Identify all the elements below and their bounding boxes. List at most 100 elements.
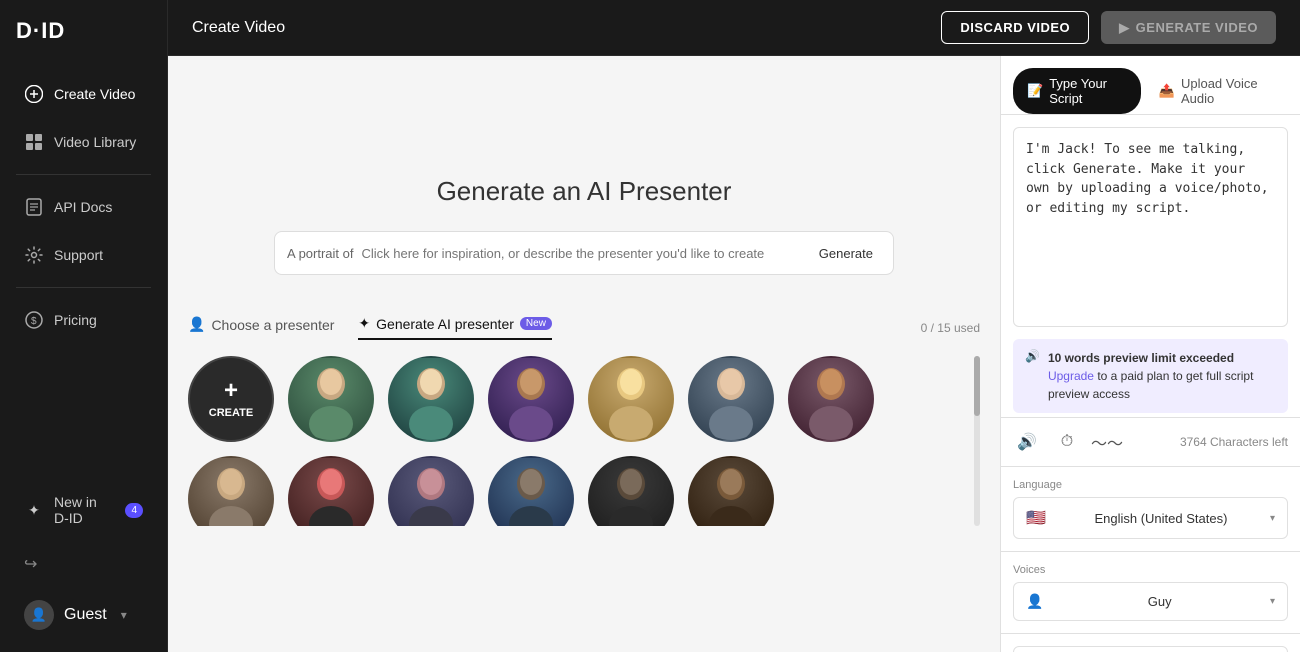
tab-generate-ai-presenter[interactable]: ✦ Generate AI presenter New xyxy=(358,315,552,340)
sidebar-item-api-docs[interactable]: API Docs xyxy=(8,185,159,229)
tab-type-script[interactable]: 📝 Type Your Script xyxy=(1013,68,1141,114)
sidebar-divider xyxy=(16,174,151,175)
generate-video-button[interactable]: ▶ GENERATE VIDEO xyxy=(1101,11,1276,44)
chevron-down-icon: ▾ xyxy=(1270,596,1275,607)
app-logo: D·ID xyxy=(0,0,167,62)
language-select[interactable]: 🇺🇸 English (United States) ▾ xyxy=(1013,497,1288,539)
waveform-icon[interactable]: 〜〜 xyxy=(1093,428,1121,456)
content-area: Generate an AI Presenter A portrait of G… xyxy=(168,56,1300,652)
new-in-did-label: New in D-ID xyxy=(54,494,111,526)
create-presenter-button[interactable]: + CREATE xyxy=(188,356,274,442)
ai-generator-title: Generate an AI Presenter xyxy=(437,176,732,207)
svg-text:$: $ xyxy=(31,316,37,327)
presenter-grid: + CREATE xyxy=(188,356,974,526)
sidebar-item-create-video[interactable]: Create Video xyxy=(8,72,159,116)
presenter-avatar-9[interactable] xyxy=(388,456,474,526)
sidebar-item-label: Support xyxy=(54,247,103,263)
tab-choose-presenter[interactable]: 👤 Choose a presenter xyxy=(188,316,334,339)
forward-icon: ↪ xyxy=(24,554,37,574)
script-icon: 📝 xyxy=(1027,83,1043,99)
sidebar-item-label: Pricing xyxy=(54,312,97,328)
tab-upload-audio[interactable]: 📤 Upload Voice Audio xyxy=(1145,68,1288,114)
presenter-avatar-11[interactable] xyxy=(588,456,674,526)
warning-icon: 🔊 xyxy=(1025,349,1040,363)
create-label: CREATE xyxy=(209,407,253,419)
sidebar-item-new-in-did[interactable]: ✦ New in D-ID 4 xyxy=(8,482,159,538)
user-chevron: ▾ xyxy=(121,608,127,622)
scrollbar-thumb[interactable] xyxy=(974,356,980,416)
tab-new-badge: New xyxy=(520,317,552,330)
sparkle-icon: ✦ xyxy=(24,500,44,520)
grid-icon xyxy=(24,132,44,152)
sidebar-nav: Create Video Video Library xyxy=(0,62,167,470)
person-icon: 👤 xyxy=(188,316,205,333)
guest-label: Guest xyxy=(64,606,107,624)
sidebar-item-forward[interactable]: ↪ xyxy=(8,542,159,586)
language-label: Language xyxy=(1013,479,1288,491)
new-badge: 4 xyxy=(125,503,143,518)
generate-presenter-button[interactable]: Generate xyxy=(811,242,881,265)
user-item[interactable]: 👤 Guest ▾ xyxy=(8,590,159,640)
center-panel: Generate an AI Presenter A portrait of G… xyxy=(168,56,1000,652)
gear-icon xyxy=(24,245,44,265)
styles-select[interactable]: Styles ▾ xyxy=(1013,646,1288,652)
language-value: English (United States) xyxy=(1094,511,1227,526)
chars-left: 3764 Characters left xyxy=(1180,435,1288,449)
right-panel: 📝 Type Your Script 📤 Upload Voice Audio … xyxy=(1000,56,1300,652)
person-icon: 👤 xyxy=(1026,593,1043,610)
portrait-label: A portrait of xyxy=(287,246,353,261)
topbar-actions: DISCARD VIDEO ▶ GENERATE VIDEO xyxy=(941,11,1276,44)
portrait-input[interactable] xyxy=(361,246,802,261)
speaker-icon[interactable]: 🔊 xyxy=(1013,428,1041,456)
flag-icon: 🇺🇸 xyxy=(1026,508,1046,528)
voices-section: Voices 👤 Guy ▾ xyxy=(1001,551,1300,633)
limit-warning: 🔊 10 words preview limit exceeded Upgrad… xyxy=(1013,339,1288,413)
used-count: 0 / 15 used xyxy=(921,321,980,335)
topbar: Create Video DISCARD VIDEO ▶ GENERATE VI… xyxy=(168,0,1300,56)
presenter-avatar-12[interactable] xyxy=(688,456,774,526)
sidebar-item-video-library[interactable]: Video Library xyxy=(8,120,159,164)
presenter-tabs: 👤 Choose a presenter ✦ Generate AI prese… xyxy=(188,315,980,340)
script-tabs: 📝 Type Your Script 📤 Upload Voice Audio xyxy=(1001,56,1300,115)
ai-generator-input-row: A portrait of Generate xyxy=(274,231,894,275)
voice-select[interactable]: 👤 Guy ▾ xyxy=(1013,582,1288,621)
generate-icon: ▶ xyxy=(1119,20,1130,36)
sidebar: D·ID Create Video Video Li xyxy=(0,0,168,652)
sidebar-item-pricing[interactable]: $ Pricing xyxy=(8,298,159,342)
presenter-grid-wrapper: + CREATE xyxy=(188,356,980,526)
avatar: 👤 xyxy=(24,600,54,630)
doc-icon xyxy=(24,197,44,217)
script-textarea[interactable]: I'm Jack! To see me talking, click Gener… xyxy=(1013,127,1288,327)
presenter-avatar-1[interactable] xyxy=(288,356,374,442)
plus-icon: + xyxy=(224,379,238,403)
presenter-avatar-8[interactable] xyxy=(288,456,374,526)
presenter-avatar-4[interactable] xyxy=(588,356,674,442)
warning-title: 10 words preview limit exceeded xyxy=(1048,351,1234,365)
presenter-avatar-7[interactable] xyxy=(188,456,274,526)
ai-generator-section: Generate an AI Presenter A portrait of G… xyxy=(168,56,1000,275)
voice-value: Guy xyxy=(1148,594,1172,609)
styles-section: Styles ▾ xyxy=(1001,633,1300,652)
presenter-avatar-2[interactable] xyxy=(388,356,474,442)
discard-video-button[interactable]: DISCARD VIDEO xyxy=(941,11,1089,44)
sidebar-item-label: API Docs xyxy=(54,199,112,215)
upload-icon: 📤 xyxy=(1159,83,1175,99)
sidebar-item-label: Video Library xyxy=(54,134,136,150)
dollar-icon: $ xyxy=(24,310,44,330)
main: Create Video DISCARD VIDEO ▶ GENERATE VI… xyxy=(168,0,1300,652)
presenter-section: 👤 Choose a presenter ✦ Generate AI prese… xyxy=(168,275,1000,526)
upgrade-link[interactable]: Upgrade xyxy=(1048,369,1094,383)
sidebar-item-label: Create Video xyxy=(54,86,135,102)
sidebar-bottom: ✦ New in D-ID 4 ↪ 👤 Guest ▾ xyxy=(0,470,167,652)
clock-icon[interactable]: ⏱ xyxy=(1053,428,1081,456)
presenter-avatar-6[interactable] xyxy=(788,356,874,442)
scrollbar-track[interactable] xyxy=(974,356,980,526)
presenter-avatar-10[interactable] xyxy=(488,456,574,526)
presenter-avatar-3[interactable] xyxy=(488,356,574,442)
sidebar-item-support[interactable]: Support xyxy=(8,233,159,277)
page-title: Create Video xyxy=(192,19,285,37)
plus-icon xyxy=(24,84,44,104)
chevron-down-icon: ▾ xyxy=(1270,513,1275,524)
presenter-avatar-5[interactable] xyxy=(688,356,774,442)
voices-label: Voices xyxy=(1013,564,1288,576)
